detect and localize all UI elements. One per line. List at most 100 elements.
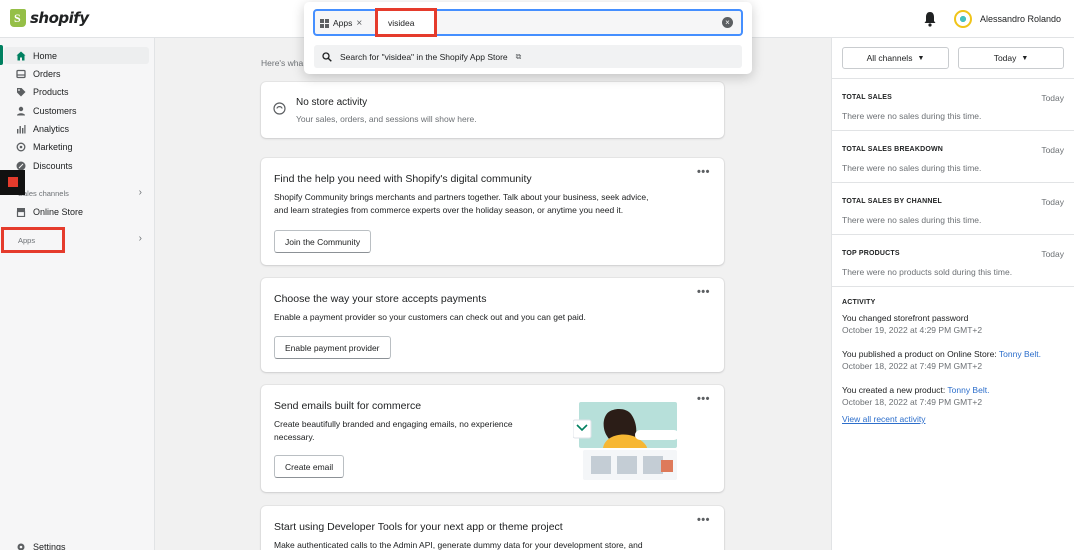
app-store-search-suggestion[interactable]: Search for "visidea" in the Shopify App … [314, 45, 742, 68]
orders-icon [16, 69, 26, 78]
stat-desc: There were no sales during this time. [842, 111, 982, 121]
activity-item: You changed storefront password October … [842, 312, 982, 336]
sidebar-item-marketing[interactable]: Marketing [4, 138, 149, 155]
sidebar-item-settings[interactable]: Settings [4, 538, 149, 550]
person-icon [17, 106, 25, 115]
activity-date: October 19, 2022 at 4:29 PM GMT+2 [842, 325, 983, 335]
sidebar-item-online-store[interactable]: Online Store [4, 203, 149, 220]
join-community-button[interactable]: Join the Community [274, 230, 372, 253]
activity-title: ACTIVITY [842, 299, 876, 306]
sales-channels-label: Sales channels [18, 189, 69, 198]
shopify-logo[interactable]: shopify [10, 9, 89, 27]
stat-top-products: TOP PRODUCTS Today There were no product… [832, 234, 1074, 286]
sidebar-item-orders[interactable]: Orders [4, 65, 149, 82]
active-indicator [0, 45, 3, 65]
stat-period: Today [1041, 93, 1064, 103]
discount-icon [16, 161, 26, 170]
sidebar-item-label: Home [33, 50, 58, 61]
sidebar-item-products[interactable]: Products [4, 83, 149, 100]
external-link-icon: ⧉ [515, 51, 522, 61]
sidebar-item-discounts[interactable]: Discounts [4, 157, 149, 174]
channels-dropdown[interactable]: All channels ▼ [842, 47, 949, 69]
stat-title: TOTAL SALES BY CHANNEL [842, 198, 942, 205]
activity-text: You changed storefront password [842, 313, 969, 323]
card-title: Start using Developer Tools for your nex… [274, 521, 563, 533]
store-avatar-icon[interactable] [954, 10, 972, 28]
stat-title: TOTAL SALES [842, 94, 893, 101]
home-icon [16, 51, 26, 60]
card-body: Shopify Community brings merchants and p… [274, 192, 649, 202]
sidebar-item-label: Products [33, 86, 69, 97]
dropdown-label: Today [993, 53, 1017, 63]
user-name[interactable]: Alessandro Rolando [980, 14, 1061, 24]
greeting-text: Here's wha [261, 58, 304, 68]
stat-period: Today [1041, 197, 1064, 207]
card-body: Create beautifully branded and engaging … [274, 419, 513, 429]
suggestion-text: Search for "visidea" in the Shopify App … [340, 51, 508, 62]
search-popover: Apps × × visidea Search for "visidea" in… [304, 2, 752, 74]
query-highlight-box: visidea [375, 8, 437, 37]
scope-chip[interactable]: Apps × [320, 15, 362, 31]
card-title: Find the help you need with Shopify's di… [274, 173, 532, 185]
bar-chart-icon [17, 124, 26, 133]
main-content: Here's wha No store activity Your sales,… [156, 38, 830, 550]
sidebar-item-label: Discounts [33, 160, 73, 171]
sidebar-item-label: Customers [33, 105, 77, 116]
close-icon[interactable]: × [356, 18, 362, 29]
sidebar-item-analytics[interactable]: Analytics [4, 120, 149, 137]
stat-desc: There were no sales during this time. [842, 215, 982, 225]
stat-total-sales: TOTAL SALES Today There were no sales du… [832, 78, 1074, 130]
stat-period: Today [1041, 249, 1064, 259]
activity-text: You created a new product: [842, 385, 948, 395]
activity-item: You created a new product: Tonny Belt. O… [842, 384, 989, 408]
stat-desc: There were no products sold during this … [842, 267, 1013, 277]
more-options-icon[interactable]: ••• [697, 166, 710, 178]
apps-highlight-box [1, 227, 65, 253]
sidebar: Home Orders Products Customers Analytics… [0, 38, 155, 550]
create-email-button[interactable]: Create email [274, 455, 345, 478]
sidebar-item-label: Analytics [33, 123, 70, 134]
card-body: and learn strategies from commerce exper… [274, 205, 624, 215]
community-card: ••• Find the help you need with Shopify'… [261, 158, 724, 265]
activity-item: You published a product on Online Store:… [842, 348, 1041, 372]
chevron-right-icon[interactable]: › [139, 233, 142, 244]
enable-payment-provider-button[interactable]: Enable payment provider [274, 336, 391, 359]
activity-date: October 18, 2022 at 7:49 PM GMT+2 [842, 361, 983, 371]
right-panel: All channels ▼ Today ▼ TOTAL SALES Today… [831, 38, 1074, 550]
search-query-text[interactable]: visidea [388, 18, 414, 28]
sidebar-item-home[interactable]: Home [4, 47, 149, 64]
store-icon [16, 207, 26, 217]
emails-card: ••• Send emails built for commerce Creat… [261, 385, 724, 492]
sidebar-item-customers[interactable]: Customers [4, 102, 149, 119]
pulse-icon [273, 102, 286, 115]
card-title: Send emails built for commerce [274, 400, 422, 412]
target-icon [16, 142, 26, 151]
caret-down-icon: ▼ [917, 54, 925, 62]
shopify-bag-icon [10, 9, 26, 27]
activity-date: October 18, 2022 at 7:49 PM GMT+2 [842, 397, 983, 407]
stat-title: TOP PRODUCTS [842, 250, 900, 257]
product-link[interactable]: Tonny Belt. [999, 349, 1041, 359]
apps-grid-icon [320, 18, 329, 28]
caret-down-icon: ▼ [1021, 54, 1029, 62]
payments-card: ••• Choose the way your store accepts pa… [261, 278, 724, 372]
more-options-icon[interactable]: ••• [697, 514, 710, 526]
clear-search-icon[interactable]: × [722, 17, 733, 28]
period-dropdown[interactable]: Today ▼ [958, 47, 1064, 69]
view-all-activity-link[interactable]: View all recent activity [842, 414, 925, 424]
card-title: No store activity [296, 97, 368, 108]
sidebar-item-label: Orders [33, 68, 61, 79]
gear-icon [17, 543, 25, 550]
card-body: necessary. [274, 432, 315, 442]
more-options-icon[interactable]: ••• [697, 286, 710, 298]
product-link[interactable]: Tonny Belt. [947, 385, 989, 395]
chevron-right-icon[interactable]: › [139, 187, 142, 198]
card-body: Enable a payment provider so your custom… [274, 312, 586, 322]
search-icon [322, 51, 332, 62]
dropdown-label: All channels [866, 53, 913, 63]
devtools-card: ••• Start using Developer Tools for your… [261, 506, 724, 550]
bell-icon[interactable] [923, 11, 937, 27]
more-options-icon[interactable]: ••• [697, 393, 710, 405]
stat-desc: There were no sales during this time. [842, 163, 982, 173]
stat-sales-by-channel: TOTAL SALES BY CHANNEL Today There were … [832, 182, 1074, 234]
